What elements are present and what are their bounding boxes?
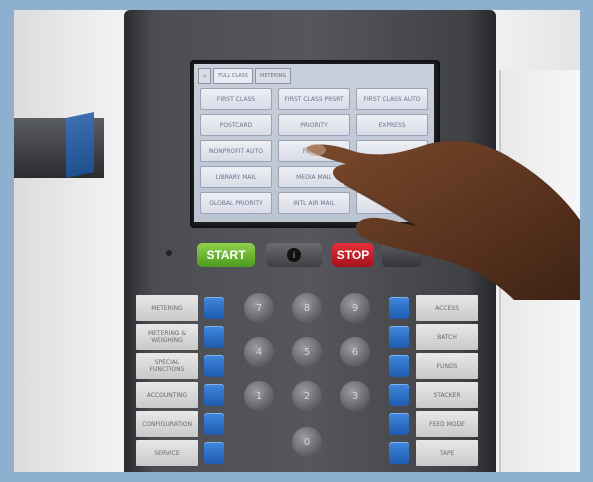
key-label-accounting: ACCOUNTING: [136, 382, 198, 408]
numpad-key-0[interactable]: 0: [292, 427, 322, 457]
service-key[interactable]: [204, 442, 224, 464]
screen-tabs: ⌂ FULL CLASS METERING: [198, 68, 292, 84]
metering-key[interactable]: [204, 297, 224, 319]
key-label-service: SERVICE: [136, 440, 198, 466]
start-button[interactable]: START: [197, 243, 255, 267]
service-button[interactable]: POSTCARD: [200, 114, 272, 136]
key-label-metering: METERING: [136, 295, 198, 321]
service-button[interactable]: NONPROFIT AUTO: [200, 140, 272, 162]
numpad-key-3[interactable]: 3: [340, 381, 370, 411]
hand-pointer: [306, 141, 580, 300]
service-button[interactable]: FIRST CLASS AUTO: [356, 88, 428, 110]
key-label-metering-weighing: METERING & WEIGHING: [136, 324, 198, 350]
special-functions-key[interactable]: [204, 355, 224, 377]
service-button[interactable]: FIRST CLASS: [200, 88, 272, 110]
stacker-key[interactable]: [389, 384, 409, 406]
metering-weighing-key[interactable]: [204, 326, 224, 348]
numpad-key-2[interactable]: 2: [292, 381, 322, 411]
key-label-tape: TAPE: [416, 440, 478, 466]
key-label-stacker: STACKER: [416, 382, 478, 408]
service-button[interactable]: LIBRARY MAIL: [200, 166, 272, 188]
numpad-key-6[interactable]: 6: [340, 337, 370, 367]
accounting-key[interactable]: [204, 384, 224, 406]
key-label-feed-mode: FEED MODE: [416, 411, 478, 437]
key-label-funds: FUNDS: [416, 353, 478, 379]
batch-key[interactable]: [389, 326, 409, 348]
service-button[interactable]: FIRST CLASS PRSRT: [278, 88, 350, 110]
home-tab[interactable]: ⌂: [198, 68, 212, 84]
numpad-key-7[interactable]: 7: [244, 293, 274, 323]
key-label-special-functions: SPECIAL FUNCTIONS: [136, 353, 198, 379]
numpad-key-1[interactable]: 1: [244, 381, 274, 411]
service-button[interactable]: GLOBAL PRIORITY: [200, 192, 272, 214]
info-icon: i: [287, 248, 301, 262]
funds-key[interactable]: [389, 355, 409, 377]
key-label-batch: BATCH: [416, 324, 478, 350]
mailing-machine: ⌂ FULL CLASS METERING FIRST CLASS FIRST …: [14, 10, 580, 472]
tab-metering[interactable]: METERING: [255, 68, 292, 84]
feed-mode-key[interactable]: [389, 413, 409, 435]
tab-full-class[interactable]: FULL CLASS: [213, 68, 254, 84]
access-key[interactable]: [389, 297, 409, 319]
status-led: [166, 250, 172, 256]
numpad-key-4[interactable]: 4: [244, 337, 274, 367]
configuration-key[interactable]: [204, 413, 224, 435]
tape-key[interactable]: [389, 442, 409, 464]
numpad-key-5[interactable]: 5: [292, 337, 322, 367]
key-label-configuration: CONFIGURATION: [136, 411, 198, 437]
